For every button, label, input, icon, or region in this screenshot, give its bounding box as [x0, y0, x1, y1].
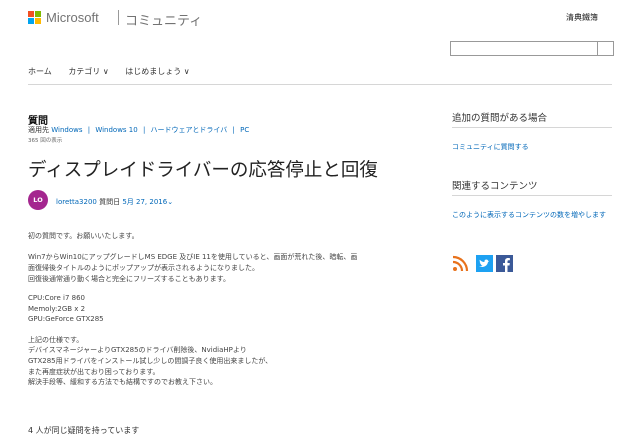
- search-button[interactable]: [598, 41, 614, 56]
- page-title: ディスプレイドライバーの応答停止と回復: [28, 160, 378, 181]
- microsoft-logo-icon[interactable]: [28, 11, 42, 25]
- facebook-icon[interactable]: [496, 255, 513, 272]
- applies-prefix: 適用先: [28, 126, 49, 134]
- body-line: 初の質問です。お願いいたします。: [28, 232, 139, 240]
- top-nav: ホーム カテゴリ ∨ はじめましょう ∨: [28, 66, 204, 77]
- nav-categories[interactable]: カテゴリ ∨: [68, 67, 108, 76]
- body-line: 面復帰後タイトルのようにポップアップが表示されるようになりました。: [28, 264, 259, 272]
- more-content-link[interactable]: このように表示するコンテンツの数を増やします: [452, 210, 606, 220]
- body-line: GTX285用ドライバをインストール試し少しの間調子良く使用出来ましたが、: [28, 357, 273, 365]
- body-line: 解決手段等、緩和する方法でも結構ですのでお教え下さい。: [28, 378, 217, 386]
- asked-label: 質問日: [99, 198, 121, 206]
- sidebar-divider: [452, 195, 612, 196]
- same-question-count: 4 人が同じ疑問を持っています: [28, 426, 140, 435]
- sidebar-divider: [452, 127, 612, 128]
- rss-icon[interactable]: [452, 255, 469, 272]
- body-line: GPU:GeForce GTX285: [28, 315, 104, 323]
- brand-name[interactable]: Microsoft: [46, 10, 99, 25]
- applies-link-pc[interactable]: PC: [240, 126, 249, 134]
- site-name[interactable]: コミュニティ: [125, 10, 202, 29]
- body-line: デバイスマネージャーよりGTX285のドライバ削除後、NvidiaHPより: [28, 346, 247, 354]
- view-count: 365 回の表示: [28, 138, 63, 144]
- question-meta: loretta3200 質問日 5月 27, 2016⌄: [56, 197, 173, 207]
- body-line: 回復後通常通り動く場合と完全にフリーズすることもあります。: [28, 275, 230, 283]
- body-line: Memoly:2GB x 2: [28, 305, 86, 313]
- nav-divider: [28, 84, 612, 85]
- signin-link[interactable]: 清典鐵簿: [566, 12, 598, 23]
- applies-to: 適用先 Windows | Windows 10 | ハードウェアとドライバ |…: [28, 126, 250, 134]
- search-input[interactable]: [450, 41, 598, 56]
- nav-home[interactable]: ホーム: [28, 67, 52, 76]
- sidebar-heading-ask: 追加の質問がある場合: [452, 113, 548, 124]
- applies-link-windows[interactable]: Windows: [51, 126, 82, 134]
- avatar[interactable]: LO: [28, 190, 48, 210]
- nav-getting-started[interactable]: はじめましょう ∨: [125, 67, 189, 76]
- body-line: 上記の仕様です。: [28, 336, 84, 344]
- body-line: また再度症状が出ており困っております。: [28, 368, 160, 376]
- sidebar-heading-related: 関連するコンテンツ: [452, 181, 538, 192]
- chevron-down-icon[interactable]: ⌄: [167, 198, 173, 206]
- applies-link-windows10[interactable]: Windows 10: [95, 126, 137, 134]
- author-link[interactable]: loretta3200: [56, 198, 97, 206]
- twitter-icon[interactable]: [476, 255, 493, 272]
- header-divider: [118, 10, 119, 25]
- body-line: Win7からWin10にアップグレードしMS EDGE 及びIE 11を使用して…: [28, 253, 358, 261]
- date-link[interactable]: 5月 27, 2016: [122, 198, 167, 206]
- applies-link-hardware[interactable]: ハードウェアとドライバ: [151, 126, 228, 134]
- ask-community-link[interactable]: コミュニティに質問する: [452, 142, 529, 152]
- body-line: CPU:Core i7 860: [28, 294, 86, 302]
